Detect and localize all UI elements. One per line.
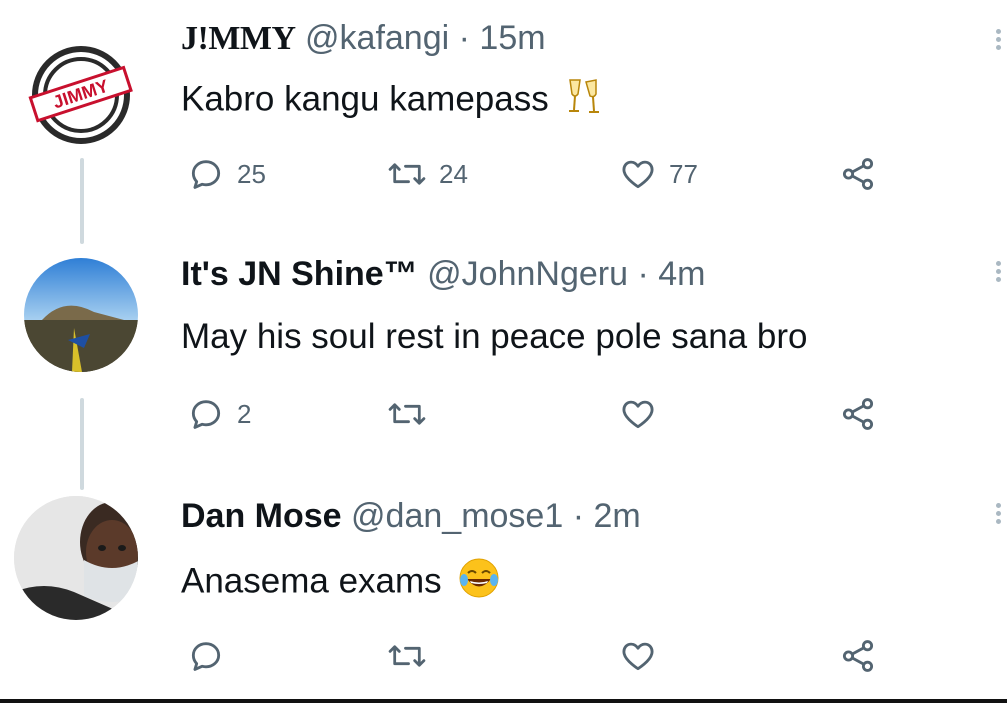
display-name[interactable]: It's JN Shine™ xyxy=(181,255,418,293)
heart-icon xyxy=(622,642,654,671)
display-name[interactable]: Dan Mose xyxy=(181,497,342,535)
timestamp[interactable]: 2m xyxy=(593,497,640,535)
share-icon xyxy=(842,158,874,190)
heart-icon xyxy=(622,400,654,429)
reply-count: 25 xyxy=(237,158,266,189)
tweet-text-body: Anasema exams xyxy=(181,561,442,601)
timestamp[interactable]: 4m xyxy=(658,255,705,293)
retweet-button[interactable]: 24 xyxy=(387,154,468,194)
avatar[interactable]: JIMMY xyxy=(24,38,138,152)
share-button[interactable] xyxy=(839,154,877,194)
champagne-glasses-icon xyxy=(564,76,604,126)
bottom-divider xyxy=(0,699,1007,703)
separator: · xyxy=(458,19,470,57)
tweet-header: Dan Mose @dan_mose1 · 2m xyxy=(181,496,641,536)
handle[interactable]: @dan_mose1 xyxy=(351,497,563,535)
tweet-text: May his soul rest in peace pole sana bro xyxy=(181,317,808,356)
tweet[interactable]: Dan Mose @dan_mose1 · 2m Anasema exams xyxy=(0,480,1007,703)
avatar[interactable] xyxy=(24,258,138,372)
avatar[interactable] xyxy=(14,496,138,620)
action-bar: 2 xyxy=(181,394,901,434)
action-bar: 25 24 77 xyxy=(181,154,901,194)
share-button[interactable] xyxy=(839,636,877,676)
like-button[interactable]: 77 xyxy=(619,154,698,194)
reply-icon xyxy=(191,400,221,429)
tweet-header: J!MMY @kafangi · 15m xyxy=(181,18,546,59)
reply-count: 2 xyxy=(237,398,252,429)
more-options-icon[interactable] xyxy=(996,500,1006,527)
like-count: 77 xyxy=(669,158,698,189)
share-icon xyxy=(842,398,874,430)
retweet-icon xyxy=(388,163,426,185)
like-button[interactable] xyxy=(619,394,669,434)
tweet-header: It's JN Shine™ @JohnNgeru · 4m xyxy=(181,254,705,294)
action-bar xyxy=(181,636,901,676)
retweet-count: 24 xyxy=(439,158,468,189)
reply-button[interactable]: 2 xyxy=(187,394,251,434)
tweet-text: Anasema exams xyxy=(181,556,501,610)
retweet-button[interactable] xyxy=(387,636,439,676)
tweet-text-body: Kabro kangu kamepass xyxy=(181,79,549,119)
share-button[interactable] xyxy=(839,394,877,434)
tweet-text: Kabro kangu kamepass xyxy=(181,76,604,126)
reply-button[interactable] xyxy=(187,636,237,676)
tweet[interactable]: JIMMY J!MMY @kafangi · 15m Kabro kangu k… xyxy=(0,0,1007,230)
separator: · xyxy=(637,255,649,293)
handle[interactable]: @JohnNgeru xyxy=(427,255,628,293)
timestamp[interactable]: 15m xyxy=(479,19,545,57)
tweet[interactable]: It's JN Shine™ @JohnNgeru · 4m May his s… xyxy=(0,230,1007,480)
tears-of-joy-icon xyxy=(457,556,501,610)
retweet-button[interactable] xyxy=(387,394,439,434)
share-icon xyxy=(842,640,874,672)
more-options-icon[interactable] xyxy=(996,26,1006,53)
like-button[interactable] xyxy=(619,636,669,676)
reply-button[interactable]: 25 xyxy=(187,154,266,194)
more-options-icon[interactable] xyxy=(996,258,1006,285)
heart-icon xyxy=(622,160,654,189)
display-name[interactable]: J!MMY xyxy=(181,20,296,57)
separator: · xyxy=(572,497,585,535)
reply-icon xyxy=(191,160,221,189)
retweet-icon xyxy=(388,403,426,425)
retweet-icon xyxy=(388,645,426,667)
handle[interactable]: @kafangi xyxy=(305,19,449,57)
reply-icon xyxy=(191,642,221,671)
